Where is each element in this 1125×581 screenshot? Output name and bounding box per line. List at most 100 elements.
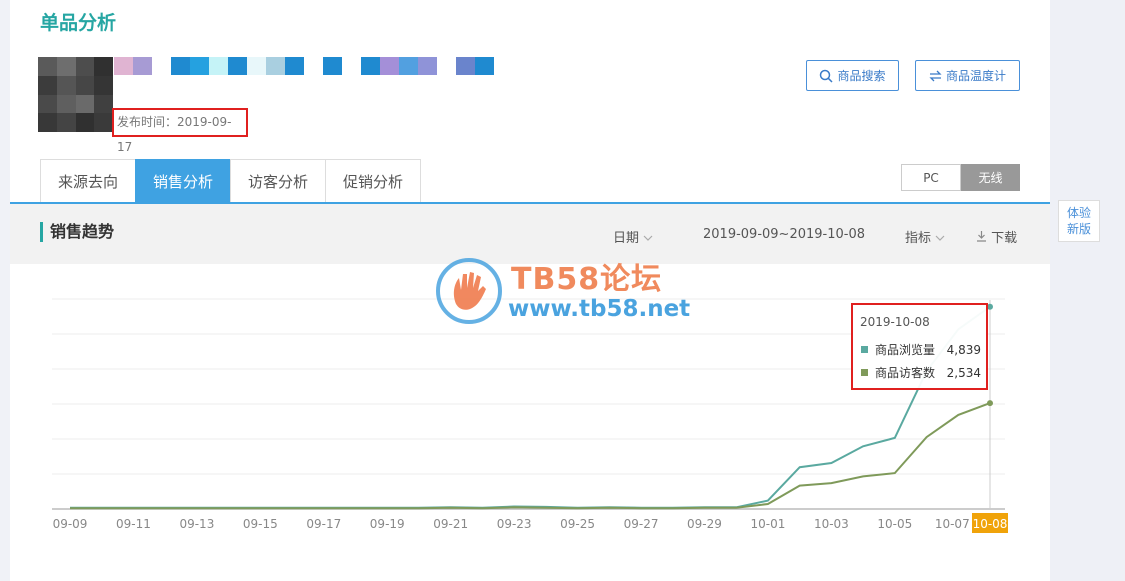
date-dropdown-label: 日期 <box>613 231 640 246</box>
tooltip-row-views: 商品浏览量 4,839 <box>861 341 981 358</box>
toggle-pc[interactable]: PC <box>901 164 961 191</box>
title-pixel <box>475 57 494 75</box>
tooltip-series-value: 4,839 <box>946 342 981 357</box>
title-pixel <box>209 57 228 75</box>
thumbnail-pixel <box>75 57 95 76</box>
thumbnail-pixel <box>38 94 57 114</box>
tick-highlight <box>972 513 1008 533</box>
legend-dot <box>861 346 868 353</box>
tab-promotion[interactable]: 促销分析 <box>325 159 421 203</box>
thumbnail-pixel <box>94 94 113 114</box>
title-pixel <box>247 57 266 75</box>
product-thermometer-label: 商品温度计 <box>945 69 1006 83</box>
x-tick-label: 09-27 <box>624 517 659 531</box>
x-tick-label: 09-15 <box>243 517 278 531</box>
x-tick-label: 09-23 <box>497 517 532 531</box>
thumbnail-pixel <box>94 75 113 95</box>
title-pixel <box>418 57 437 75</box>
title-pixel <box>285 57 304 75</box>
title-pixel <box>133 57 152 75</box>
product-search-button[interactable]: 商品搜索 <box>806 60 899 91</box>
metric-dropdown[interactable]: 指标 <box>905 227 945 246</box>
chevron-down-icon <box>643 235 653 241</box>
metric-dropdown-label: 指标 <box>905 231 932 246</box>
x-tick-label: 10-03 <box>814 517 849 531</box>
download-label: 下载 <box>991 231 1018 246</box>
watermark-url: www.tb58.net <box>508 296 691 322</box>
thumbnail-pixel <box>38 75 57 95</box>
watermark-title: TB58论坛 <box>511 262 663 297</box>
tooltip-series-name: 商品浏览量 <box>875 343 936 357</box>
tab-source[interactable]: 来源去向 <box>40 159 136 203</box>
title-pixel <box>323 57 342 75</box>
product-thumbnail[interactable] <box>38 57 113 132</box>
tb58-logo-icon <box>436 258 502 324</box>
tab-source-label: 来源去向 <box>57 173 118 191</box>
tooltip-date: 2019-10-08 <box>860 315 930 329</box>
tab-visitors[interactable]: 访客分析 <box>230 159 326 203</box>
series-line <box>70 402 991 510</box>
toggle-wireless[interactable]: 无线 <box>961 164 1020 191</box>
thumbnail-pixel <box>38 113 57 132</box>
thumbnail-pixel <box>56 57 76 76</box>
title-pixel <box>228 57 247 75</box>
thumbnail-pixel <box>56 94 76 114</box>
title-pixel <box>437 57 456 75</box>
product-search-label: 商品搜索 <box>837 69 886 83</box>
download-button[interactable]: 下载 <box>976 227 1017 246</box>
title-pixel <box>266 57 285 75</box>
left-gutter <box>0 0 10 581</box>
title-pixel <box>114 57 133 75</box>
download-icon <box>977 231 986 242</box>
tab-sales-label: 销售分析 <box>152 173 213 191</box>
title-pixel <box>380 57 399 75</box>
x-tick-label: 09-29 <box>687 517 722 531</box>
thumbnail-pixel <box>56 75 76 95</box>
try-new-line1: 体验 <box>1066 206 1091 220</box>
x-tick-label: 10-01 <box>750 517 785 531</box>
x-tick-label: 10-05 <box>877 517 912 531</box>
date-dropdown[interactable]: 日期 <box>613 227 653 246</box>
right-gutter <box>1050 0 1125 581</box>
title-pixel <box>190 57 209 75</box>
page-title: 单品分析 <box>40 12 117 34</box>
x-tick-label: 09-21 <box>433 517 468 531</box>
thumbnail-pixel <box>94 113 113 132</box>
title-pixel <box>171 57 190 75</box>
try-new-line2: 新版 <box>1066 222 1091 236</box>
swap-icon <box>929 70 942 81</box>
section-title: 销售趋势 <box>40 222 114 242</box>
thumbnail-pixel <box>75 94 95 114</box>
product-thermometer-button[interactable]: 商品温度计 <box>915 60 1020 91</box>
search-icon <box>820 69 834 83</box>
thumbnail-pixel <box>38 57 57 76</box>
chevron-down-icon <box>935 235 945 241</box>
x-tick-label: 09-09 <box>53 517 88 531</box>
title-pixel <box>304 57 323 75</box>
x-tick-label: 09-11 <box>116 517 151 531</box>
legend-dot <box>861 369 868 376</box>
tab-sales[interactable]: 销售分析 <box>135 159 231 203</box>
tab-promotion-label: 促销分析 <box>342 173 403 191</box>
thumbnail-pixel <box>94 57 113 76</box>
chart-tooltip: 2019-10-08 商品浏览量 4,839 商品访客数 2,534 <box>851 303 988 390</box>
try-new-version-button[interactable]: 体验 新版 <box>1058 200 1100 242</box>
title-pixel <box>361 57 380 75</box>
chart-x-ticks: 09-09 09-11 09-13 09-15 09-17 09-19 09-21 09-23… <box>53 513 1008 533</box>
tooltip-series-value: 2,534 <box>946 365 981 380</box>
thumbnail-pixel <box>75 75 95 95</box>
tooltip-series-name: 商品访客数 <box>875 366 936 380</box>
device-toggle: PC 无线 <box>901 164 1020 191</box>
tab-visitors-label: 访客分析 <box>247 173 308 191</box>
series-point <box>987 400 993 407</box>
x-tick-label: 10-07 <box>935 517 970 531</box>
x-tick-label: 10-08 <box>973 517 1008 531</box>
title-pixel <box>342 57 361 75</box>
x-tick-label: 09-13 <box>179 517 214 531</box>
tooltip-row-visitors: 商品访客数 2,534 <box>861 364 981 381</box>
title-pixel <box>399 57 418 75</box>
title-pixel <box>152 57 171 75</box>
thumbnail-pixel <box>56 113 76 132</box>
x-tick-label: 09-19 <box>370 517 405 531</box>
title-pixel <box>456 57 475 75</box>
